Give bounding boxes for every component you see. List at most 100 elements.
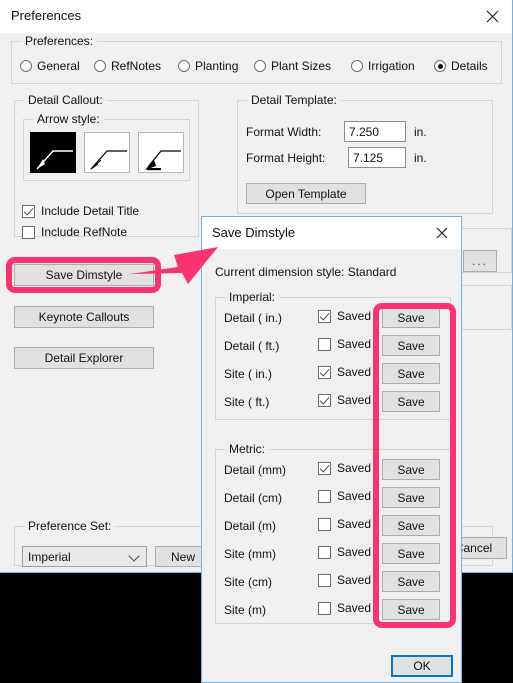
detail-template-group-label: Detail Template:: [247, 93, 341, 107]
radio-label: RefNotes: [111, 59, 162, 73]
saved-checkbox[interactable]: Saved: [318, 461, 371, 475]
save-button[interactable]: Save: [382, 515, 440, 536]
saved-label: Saved: [337, 309, 372, 323]
checkbox-icon: [22, 204, 35, 218]
imperial-group-label: Imperial:: [225, 290, 280, 304]
checkbox-icon: [318, 393, 331, 407]
radio-planting[interactable]: Planting: [178, 59, 238, 73]
radio-dot-icon: [351, 60, 363, 72]
checkbox-icon: [22, 225, 35, 239]
radio-dot-icon: [178, 60, 190, 72]
detail-callout-group-label: Detail Callout:: [24, 93, 107, 107]
save-dimstyle-button[interactable]: Save Dimstyle: [14, 264, 154, 286]
save-button[interactable]: Save: [382, 391, 440, 412]
checkbox-icon: [318, 601, 331, 615]
row-label: Detail ( ft.): [224, 339, 280, 353]
radio-dot-icon: [20, 60, 32, 72]
radio-dot-icon: [254, 60, 266, 72]
radio-label: Plant Sizes: [271, 59, 332, 73]
saved-checkbox[interactable]: Saved: [318, 365, 371, 379]
saved-checkbox[interactable]: Saved: [318, 517, 371, 531]
checkbox-label: Include Detail Title: [41, 204, 140, 218]
checkbox-icon: [318, 365, 331, 379]
save-dimstyle-title: Save Dimstyle: [212, 225, 296, 240]
radio-label: Planting: [195, 59, 239, 73]
save-button[interactable]: Save: [382, 363, 440, 384]
radio-details[interactable]: Details: [434, 59, 488, 73]
saved-checkbox[interactable]: Saved: [318, 309, 371, 323]
saved-label: Saved: [337, 461, 372, 475]
saved-label: Saved: [337, 337, 372, 351]
checkbox-label: Include RefNote: [41, 225, 128, 239]
save-button[interactable]: Save: [382, 599, 440, 620]
checkbox-include-detail-title[interactable]: Include Detail Title: [22, 204, 139, 218]
preference-set-group-label: Preference Set:: [24, 519, 116, 533]
save-dimstyle-dialog: Save Dimstyle Current dimension style: S…: [201, 216, 462, 683]
format-width-unit: in.: [414, 125, 427, 139]
saved-label: Saved: [337, 517, 372, 531]
open-template-button[interactable]: Open Template: [246, 183, 366, 204]
close-icon[interactable]: [428, 220, 456, 245]
checkbox-include-refnote[interactable]: Include RefNote: [22, 225, 127, 239]
row-label: Detail ( in.): [224, 311, 283, 325]
arrow-style-thumb-1[interactable]: [30, 132, 76, 173]
radio-refnotes[interactable]: RefNotes: [94, 59, 161, 73]
chevron-down-icon: [128, 549, 140, 562]
saved-checkbox[interactable]: Saved: [318, 337, 371, 351]
saved-label: Saved: [337, 545, 372, 559]
save-button[interactable]: Save: [382, 543, 440, 564]
save-button[interactable]: Save: [382, 335, 440, 356]
metric-group-label: Metric:: [225, 442, 269, 456]
ellipsis-button[interactable]: ...: [463, 250, 497, 272]
checkbox-icon: [318, 489, 331, 503]
preference-set-select[interactable]: Imperial: [22, 546, 147, 567]
saved-checkbox[interactable]: Saved: [318, 573, 371, 587]
checkbox-icon: [318, 461, 331, 475]
radio-general[interactable]: General: [20, 59, 80, 73]
current-dimension-style-text: Current dimension style: Standard: [215, 265, 397, 279]
detail-explorer-button[interactable]: Detail Explorer: [14, 347, 154, 369]
saved-checkbox[interactable]: Saved: [318, 393, 371, 407]
format-width-input[interactable]: 7.250: [344, 121, 406, 142]
saved-checkbox[interactable]: Saved: [318, 601, 371, 615]
format-height-unit: in.: [414, 151, 427, 165]
preference-set-value: Imperial: [28, 549, 71, 564]
row-label: Detail (m): [224, 519, 277, 533]
radio-plant-sizes[interactable]: Plant Sizes: [254, 59, 331, 73]
save-button[interactable]: Save: [382, 487, 440, 508]
checkbox-icon: [318, 545, 331, 559]
saved-checkbox[interactable]: Saved: [318, 545, 371, 559]
row-label: Site ( ft.): [224, 395, 270, 409]
saved-label: Saved: [337, 393, 372, 407]
keynote-callouts-button[interactable]: Keynote Callouts: [14, 306, 154, 328]
radio-irrigation[interactable]: Irrigation: [351, 59, 415, 73]
radio-dot-icon: [94, 60, 106, 72]
arrow-style-thumb-3[interactable]: [138, 132, 184, 173]
ok-button[interactable]: OK: [391, 655, 453, 677]
save-button[interactable]: Save: [382, 307, 440, 328]
preferences-titlebar: Preferences: [0, 0, 512, 33]
radio-label: General: [37, 59, 80, 73]
preferences-group-label: Preferences:: [21, 34, 98, 48]
row-label: Site ( in.): [224, 367, 273, 381]
saved-label: Saved: [337, 601, 372, 615]
radio-label: Details: [451, 59, 488, 73]
save-dimstyle-titlebar: Save Dimstyle: [202, 217, 461, 249]
saved-label: Saved: [337, 489, 372, 503]
save-button[interactable]: Save: [382, 571, 440, 592]
saved-label: Saved: [337, 365, 372, 379]
row-label: Site (mm): [224, 547, 276, 561]
arrow-style-thumb-2[interactable]: [84, 132, 130, 173]
saved-checkbox[interactable]: Saved: [318, 489, 371, 503]
save-button[interactable]: Save: [382, 459, 440, 480]
radio-label: Irrigation: [368, 59, 415, 73]
format-width-label: Format Width:: [246, 125, 322, 139]
row-label: Site (m): [224, 603, 266, 617]
row-label: Site (cm): [224, 575, 272, 589]
arrow-style-group-label: Arrow style:: [33, 112, 104, 126]
checkbox-icon: [318, 517, 331, 531]
preferences-window-title: Preferences: [11, 8, 82, 23]
close-icon[interactable]: [477, 3, 507, 29]
row-label: Detail (cm): [224, 491, 283, 505]
format-height-input[interactable]: 7.125: [348, 147, 406, 168]
